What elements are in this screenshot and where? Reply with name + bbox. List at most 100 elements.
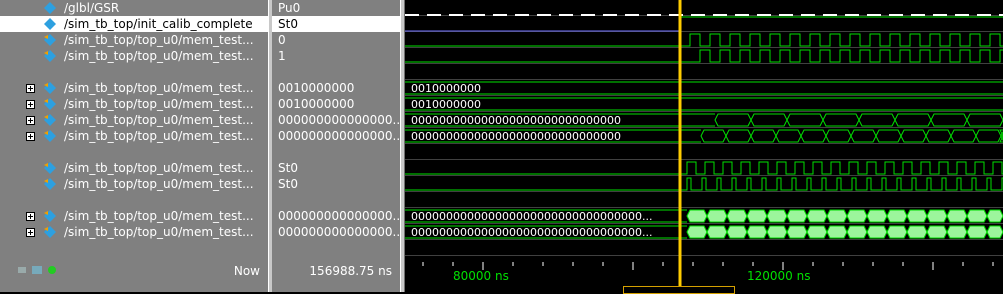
signal-value: 000000000000000... [278,129,400,143]
signal-value: St0 [278,177,298,191]
wave-bus-4-segment [725,129,752,143]
wave-bus-4-segment [950,129,977,143]
wave-bus-5-segment [686,209,708,223]
signal-row[interactable]: /sim_tb_top/init_calib_complete [0,16,272,32]
wave-bus-6-segment [866,225,888,239]
signal-row[interactable]: /glbl/GSR [0,0,272,16]
wave-bus-5-segment [966,209,988,223]
wave-bus-4-segment [700,129,727,143]
signal-names-pane[interactable]: /glbl/GSR /sim_tb_top/init_calib_complet… [0,0,272,256]
wave-bus-5-label: 000000000000000000000000000000000... [411,210,652,223]
signal-row[interactable]: /sim_tb_top/top_u0/mem_test... [0,160,272,176]
wave-bus-5-segment [866,209,888,223]
signal-name: /sim_tb_top/top_u0/mem_test... [64,81,254,95]
expand-icon[interactable] [26,84,35,93]
now-value: 156988.75 ns [309,264,392,278]
signal-row[interactable]: /sim_tb_top/top_u0/mem_test... [0,96,272,112]
wave-bus-6-segment [846,225,868,239]
signal-value: 0010000000 [278,97,355,111]
wave-st0-b [405,177,1003,191]
wave-bus-5-segment [706,209,728,223]
wave-bus-6-segment [726,225,748,239]
footer-left: Now [0,256,272,292]
signal-row[interactable]: /sim_tb_top/top_u0/mem_test... [0,176,272,192]
signal-value: St0 [272,16,400,32]
wave-bus-6-segment [686,225,708,239]
wave-bus-4-segment [825,129,852,143]
wave-bus-5-segment [746,209,768,223]
signal-row[interactable]: /sim_tb_top/top_u0/mem_test... [0,48,272,64]
signal-name: /glbl/GSR [64,1,120,15]
signal-row[interactable]: /sim_tb_top/top_u0/mem_test... [0,80,272,96]
signal-name: /sim_tb_top/top_u0/mem_test... [64,113,254,127]
signal-name: /sim_tb_top/top_u0/mem_test... [64,49,254,63]
signal-name: /sim_tb_top/init_calib_complete [64,17,253,31]
wave-bus-5-segment [846,209,868,223]
expand-icon[interactable] [26,132,35,141]
signal-row[interactable]: /sim_tb_top/top_u0/mem_test... [0,112,272,128]
wave-clock-a [405,33,1003,47]
now-label: Now [233,264,260,278]
wave-bus-3-segment [858,113,896,127]
wave-bus-4-segment [975,129,1002,143]
expand-icon[interactable] [26,212,35,221]
wave-bus-5-segment [806,209,828,223]
wave-bus-3-segment [822,113,860,127]
signal-icon [44,82,56,94]
expand-icon[interactable] [26,100,35,109]
expand-icon[interactable] [26,228,35,237]
wave-bus-2-label: 0010000000 [411,98,481,111]
signal-name: /sim_tb_top/top_u0/mem_test... [64,33,254,47]
signal-value: Pu0 [278,1,301,15]
signal-value: 000000000000000... [278,113,400,127]
signal-icon [44,18,56,30]
wave-bus-4-segment [900,129,927,143]
wave-bus-6-segment [806,225,828,239]
wave-bus-3-segment [894,113,932,127]
signal-icon [44,114,56,126]
signal-row[interactable]: /sim_tb_top/top_u0/mem_test... [0,32,272,48]
signal-row[interactable]: /sim_tb_top/top_u0/mem_test... [0,224,272,240]
wave-st0-a [405,161,1003,175]
wave-bus-5-segment [906,209,928,223]
signal-icon [44,226,56,238]
signal-icon [44,34,56,46]
wave-bus-6-segment [786,225,808,239]
signal-icon [44,130,56,142]
waveform-pane[interactable]: 0010000000 0010000000 00000000000000000000… [405,0,1003,256]
signal-name: /sim_tb_top/top_u0/mem_test... [64,97,254,111]
signal-icon [44,178,56,190]
wave-bus-4-segment [850,129,877,143]
signal-value: 000000000000000... [278,209,400,223]
wave-clock-b [405,49,1003,63]
signal-name: /sim_tb_top/top_u0/mem_test... [64,177,254,191]
time-label: 120000 ns [747,269,810,283]
wave-bus-4-segment [875,129,902,143]
wave-bus-4-label: 000000000000000000000000000000 [411,130,621,143]
footer-value: 156988.75 ns [272,256,400,292]
wave-bus-3-segment [930,113,968,127]
wave-bus-3-segment [714,113,752,127]
wave-bus-6-segment [886,225,908,239]
wave-bus-6-label: 000000000000000000000000000000000... [411,226,652,239]
wave-bus-6-segment [906,225,928,239]
signal-name: /sim_tb_top/top_u0/mem_test... [64,129,254,143]
signal-value: 1 [278,49,286,63]
wave-bus-6-segment [986,225,1003,239]
signal-row[interactable]: /sim_tb_top/top_u0/mem_test... [0,128,272,144]
toolbar-icons [18,266,56,274]
wave-bus-5-segment [886,209,908,223]
cursor-time-box[interactable] [623,286,735,294]
wave-bus-5-segment [786,209,808,223]
expand-icon[interactable] [26,116,35,125]
wave-bus-4-segment [750,129,777,143]
signal-name: /sim_tb_top/top_u0/mem_test... [64,225,254,239]
wave-bus-6-segment [966,225,988,239]
wave-bus-3-label: 000000000000000000000000000000 [411,114,621,127]
wave-bus-5-segment [826,209,848,223]
signal-value: 0010000000 [278,81,355,95]
signal-icon [44,210,56,222]
wave-bus-4-segment [775,129,802,143]
waveform-canvas[interactable]: 0010000000 0010000000 00000000000000000000… [405,0,1003,256]
signal-row[interactable]: /sim_tb_top/top_u0/mem_test... [0,208,272,224]
